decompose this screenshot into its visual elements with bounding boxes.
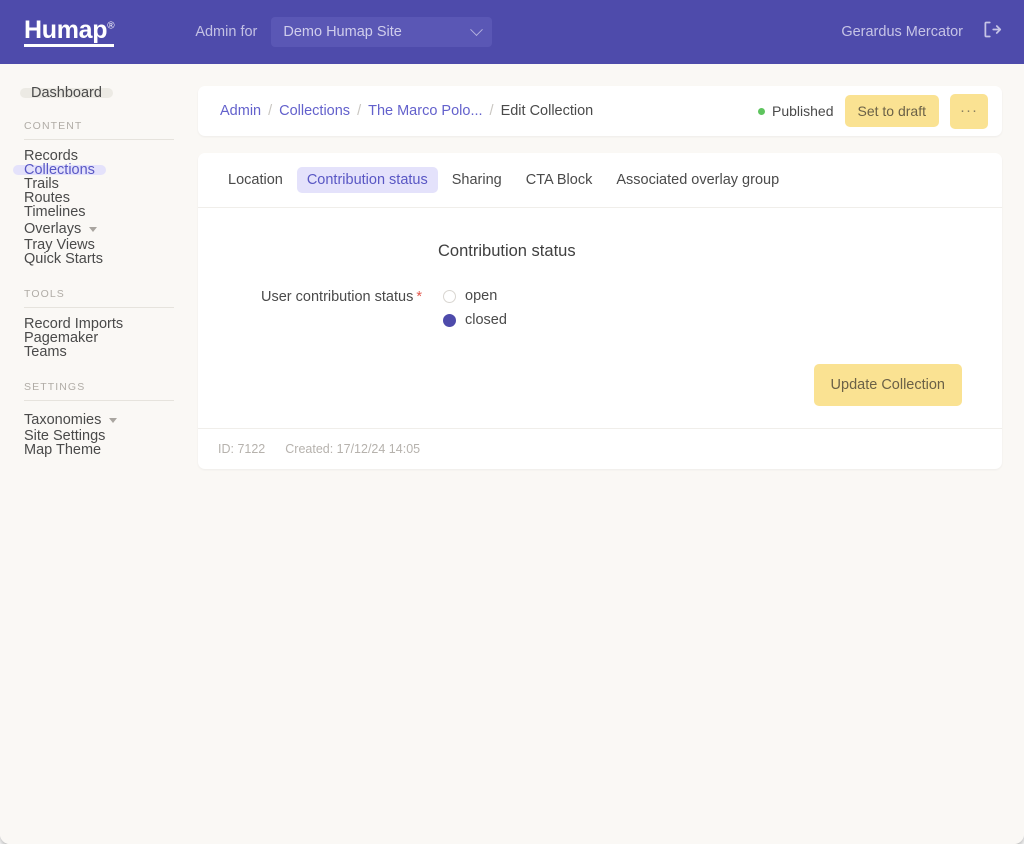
humap-logo[interactable]: Humap® bbox=[24, 15, 115, 48]
tab-bar: Location Contribution status Sharing CTA Bl… bbox=[198, 153, 1002, 208]
app-window: Humap® Admin for Demo Humap Site Gerardu… bbox=[0, 0, 1024, 844]
divider bbox=[24, 400, 174, 401]
sidebar-list: Record Imports Pagemaker Teams bbox=[0, 317, 196, 360]
sidebar-item-map-theme[interactable]: Map Theme bbox=[13, 443, 112, 458]
sidebar-item-overlays[interactable]: Overlays bbox=[13, 221, 108, 236]
panel-title: Contribution status bbox=[438, 242, 576, 260]
sidebar-section: SETTINGS Taxonomies Site Settings Map Theme bbox=[0, 381, 196, 457]
sidebar-list: Taxonomies Site Settings Map Theme bbox=[0, 410, 196, 457]
panel-actions: Update Collection bbox=[218, 328, 982, 428]
update-collection-button[interactable]: Update Collection bbox=[813, 364, 962, 406]
sidebar-item-taxonomies[interactable]: Taxonomies bbox=[13, 412, 128, 427]
breadcrumb-bar: Admin / Collections / The Marco Polo... / Edit… bbox=[198, 86, 1002, 136]
field-label-text: User contribution status bbox=[261, 289, 414, 305]
divider bbox=[24, 307, 174, 308]
breadcrumb-item[interactable]: Collections bbox=[279, 103, 350, 119]
status-label: Published bbox=[772, 103, 834, 119]
record-created: Created: 17/12/24 14:05 bbox=[285, 442, 421, 456]
breadcrumb: Admin / Collections / The Marco Polo... / Edit… bbox=[220, 103, 593, 119]
sidebar-row: Timelines bbox=[0, 205, 196, 220]
contribution-status-panel: Contribution status User contribution st… bbox=[198, 208, 1002, 428]
sidebar-row: Tray Views bbox=[0, 238, 196, 253]
brand-text: Humap bbox=[24, 15, 108, 44]
radio-option-label: closed bbox=[465, 312, 507, 328]
sidebar-section: TOOLS Record Imports Pagemaker Teams bbox=[0, 288, 196, 359]
sidebar-row: Map Theme bbox=[0, 443, 196, 458]
sidebar-row: Collections bbox=[0, 163, 196, 177]
sidebar-item-site-settings[interactable]: Site Settings bbox=[13, 429, 116, 444]
user-contribution-status-field: User contribution status * open closed bbox=[218, 288, 982, 328]
chevron-down-icon bbox=[470, 22, 484, 36]
sidebar-row: Trails bbox=[0, 177, 196, 192]
radio-option-open[interactable]: open bbox=[443, 288, 507, 304]
more-options-button[interactable]: ··· bbox=[950, 93, 988, 129]
sidebar-item-timelines[interactable]: Timelines bbox=[13, 205, 97, 220]
breadcrumb-separator: / bbox=[357, 103, 362, 119]
sidebar-section-label: TOOLS bbox=[24, 288, 65, 300]
tab-location[interactable]: Location bbox=[218, 167, 293, 193]
contribution-status-radio-group: open closed bbox=[443, 288, 507, 328]
main-content: Admin / Collections / The Marco Polo... / Edit… bbox=[196, 64, 1024, 844]
sidebar-row: Records bbox=[0, 149, 196, 164]
chevron-down-icon bbox=[109, 418, 118, 423]
sidebar-row: Overlays bbox=[0, 219, 196, 238]
site-selector-value: Demo Humap Site bbox=[283, 24, 402, 40]
sidebar-item-collections[interactable]: Collections bbox=[13, 163, 106, 177]
sidebar-row: Record Imports bbox=[0, 317, 196, 332]
tab-cta-block[interactable]: CTA Block bbox=[516, 167, 603, 193]
tab-sharing[interactable]: Sharing bbox=[442, 167, 512, 193]
sidebar-row: Routes bbox=[0, 191, 196, 206]
sidebar-item-tray-views[interactable]: Tray Views bbox=[13, 238, 106, 253]
top-bar: Humap® Admin for Demo Humap Site Gerardu… bbox=[0, 0, 1024, 64]
sidebar-section: CONTENT Records Collections Trails Routes Tim… bbox=[0, 120, 196, 266]
edit-collection-card: Location Contribution status Sharing CTA Bl… bbox=[198, 153, 1002, 469]
admin-for-label: Admin for bbox=[195, 24, 258, 40]
sidebar-row: Pagemaker bbox=[0, 331, 196, 346]
tab-contribution-status[interactable]: Contribution status bbox=[296, 167, 438, 193]
breadcrumb-item[interactable]: Admin bbox=[220, 103, 261, 119]
breadcrumb-item[interactable]: The Marco Polo... bbox=[368, 103, 482, 119]
sidebar-section-label: SETTINGS bbox=[24, 381, 86, 393]
sidebar-section-label: CONTENT bbox=[24, 120, 83, 132]
sidebar-item-routes[interactable]: Routes bbox=[13, 191, 81, 206]
logout-icon[interactable] bbox=[981, 19, 1002, 45]
radio-option-closed[interactable]: closed bbox=[443, 312, 507, 328]
divider bbox=[24, 139, 174, 140]
breadcrumb-item: Edit Collection bbox=[500, 103, 594, 119]
status-badge: Published bbox=[758, 103, 834, 119]
radio-mark-icon[interactable] bbox=[443, 313, 456, 327]
sidebar-item-dashboard[interactable]: Dashboard bbox=[20, 86, 113, 100]
sidebar-row: Teams bbox=[0, 345, 196, 360]
sidebar: Dashboard CONTENT Records Collections Trail… bbox=[0, 64, 196, 844]
field-label: User contribution status * bbox=[218, 288, 422, 305]
radio-mark-icon[interactable] bbox=[443, 289, 456, 303]
set-to-draft-button[interactable]: Set to draft bbox=[844, 95, 939, 127]
sidebar-row: Quick Starts bbox=[0, 252, 196, 267]
radio-option-label: open bbox=[465, 288, 498, 304]
sidebar-item-quick-starts[interactable]: Quick Starts bbox=[13, 252, 114, 267]
chevron-down-icon bbox=[89, 227, 98, 232]
card-footer: ID: 7122 Created: 17/12/24 14:05 bbox=[198, 428, 1002, 469]
sidebar-item-records[interactable]: Records bbox=[13, 149, 89, 164]
sidebar-item-record-imports[interactable]: Record Imports bbox=[13, 317, 134, 332]
brand-registered-mark: ® bbox=[107, 20, 115, 32]
sidebar-list: Records Collections Trails Routes Timelines O… bbox=[0, 149, 196, 266]
required-indicator: * bbox=[416, 289, 422, 305]
tab-associated-overlay-group[interactable]: Associated overlay group bbox=[606, 167, 789, 193]
breadcrumb-separator: / bbox=[489, 103, 494, 119]
sidebar-row: Taxonomies bbox=[0, 410, 196, 429]
breadcrumb-actions: Published Set to draft ··· bbox=[758, 93, 988, 129]
breadcrumb-separator: / bbox=[268, 103, 273, 119]
sidebar-item-teams[interactable]: Teams bbox=[13, 345, 78, 360]
sidebar-item-trails[interactable]: Trails bbox=[13, 177, 70, 192]
top-bar-right: Gerardus Mercator bbox=[841, 19, 1002, 45]
user-name: Gerardus Mercator bbox=[841, 24, 963, 40]
record-id: ID: 7122 bbox=[218, 442, 266, 456]
sidebar-row: Site Settings bbox=[0, 429, 196, 444]
sidebar-item-pagemaker[interactable]: Pagemaker bbox=[13, 331, 109, 346]
site-selector[interactable]: Demo Humap Site bbox=[271, 17, 493, 47]
status-dot-icon bbox=[758, 107, 766, 115]
body: Dashboard CONTENT Records Collections Trail… bbox=[0, 64, 1024, 844]
